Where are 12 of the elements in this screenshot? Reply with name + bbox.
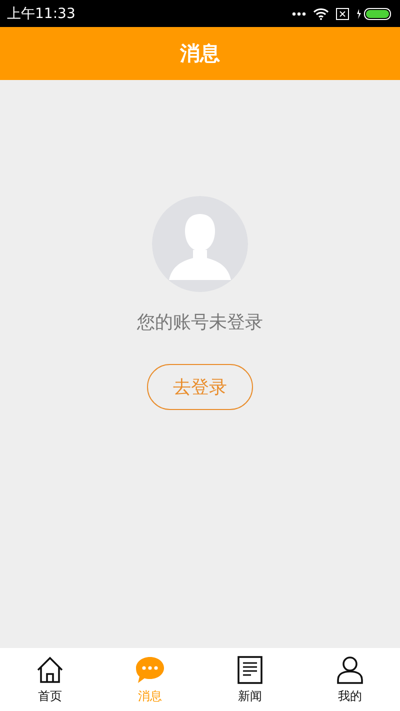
status-time: 上午11:33 xyxy=(7,4,76,22)
wifi-icon xyxy=(313,7,329,20)
login-status-text: 您的账号未登录 xyxy=(137,311,263,334)
chat-icon xyxy=(135,656,165,684)
more-icon xyxy=(292,12,306,16)
battery-icon xyxy=(356,8,392,20)
document-icon xyxy=(237,656,263,684)
header-title: 消息 xyxy=(180,40,220,67)
home-icon xyxy=(36,656,64,684)
avatar-icon xyxy=(152,196,248,292)
no-sim-icon xyxy=(336,8,349,20)
user-icon xyxy=(336,656,364,684)
